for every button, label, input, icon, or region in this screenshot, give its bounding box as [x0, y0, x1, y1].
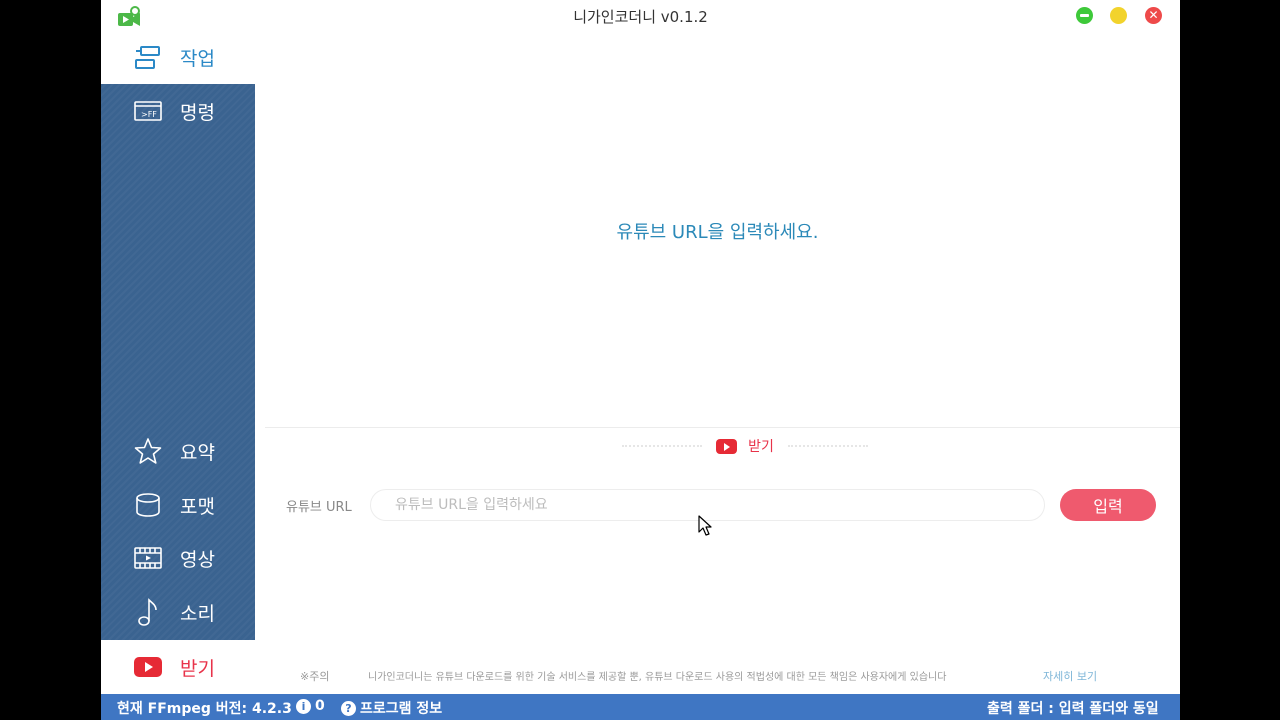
- divider: [265, 427, 1180, 428]
- sidebar-item-label: 포맷: [180, 495, 215, 518]
- sidebar-item-label: 받기: [180, 657, 215, 680]
- app-window: 니가인코더니 v0.1.2 ✕ 작업 >FF 명령 요약 포맷 영상 소리 받기…: [101, 0, 1180, 720]
- title-bar[interactable]: 니가인코더니 v0.1.2 ✕: [101, 0, 1180, 31]
- close-button[interactable]: ✕: [1145, 7, 1162, 24]
- svg-text:>FF: >FF: [141, 110, 157, 119]
- sidebar-item-label: 요약: [180, 441, 215, 464]
- program-info-label: 프로그램 정보: [360, 701, 443, 717]
- url-hint-text: 유튜브 URL을 입력하세요.: [616, 222, 819, 243]
- minus-icon: [1080, 14, 1089, 17]
- notice-label: ※주의: [300, 670, 330, 683]
- info-count[interactable]: i 0: [296, 698, 325, 714]
- download-section-title: 받기: [585, 433, 905, 459]
- info-icon: i: [296, 698, 311, 714]
- window-title: 니가인코더니 v0.1.2: [573, 8, 708, 26]
- status-bar: 현재 FFmpeg 버전: 4.2.3 i 0 ? 프로그램 정보 출력 폴더 …: [101, 694, 1180, 720]
- help-icon: ?: [341, 700, 356, 716]
- ffmpeg-version: 현재 FFmpeg 버전: 4.2.3: [117, 701, 292, 717]
- notice-text: 니가인코더니는 유튜브 다운로드를 위한 기술 서비스를 제공할 뿐, 유튜브 …: [368, 672, 947, 683]
- sidebar-item-sound[interactable]: 소리: [101, 585, 255, 639]
- maximize-button[interactable]: [1110, 7, 1127, 24]
- sidebar-item-tasks[interactable]: 작업: [101, 31, 255, 84]
- sidebar-item-command[interactable]: >FF 명령: [101, 84, 255, 138]
- dotted-line: [787, 445, 868, 447]
- youtube-url-label: 유튜브 URL: [286, 500, 352, 515]
- main-panel: 유튜브 URL을 입력하세요. 받기 유튜브 URL 입력 ※주의 니가인코더니…: [255, 31, 1180, 694]
- sidebar-item-label: 영상: [180, 548, 215, 571]
- ffmpeg-command-icon: >FF: [133, 96, 163, 126]
- info-count-value: 0: [315, 698, 325, 714]
- music-note-icon: [133, 597, 163, 627]
- details-link[interactable]: 자세히 보기: [1043, 668, 1097, 684]
- output-folder[interactable]: 출력 폴더 : 입력 폴더와 동일: [987, 698, 1159, 718]
- tasks-icon: [133, 43, 163, 73]
- sidebar-item-label: 명령: [180, 101, 215, 124]
- dotted-line: [622, 445, 703, 447]
- cylinder-icon: [133, 490, 163, 520]
- mouse-cursor-icon: [698, 515, 712, 536]
- youtube-icon: [716, 438, 738, 454]
- sidebar-item-format[interactable]: 포맷: [101, 478, 255, 532]
- sidebar-item-video[interactable]: 영상: [101, 531, 255, 585]
- section-title-label: 받기: [748, 439, 774, 455]
- minimize-button[interactable]: [1076, 7, 1093, 24]
- sidebar-item-label: 작업: [180, 48, 215, 70]
- sidebar: 작업 >FF 명령 요약 포맷 영상 소리 받기: [101, 31, 255, 694]
- sidebar-item-label: 소리: [180, 602, 215, 625]
- star-icon: [133, 436, 163, 466]
- sidebar-item-summary[interactable]: 요약: [101, 424, 255, 478]
- program-info-button[interactable]: ? 프로그램 정보: [341, 698, 442, 718]
- enter-button[interactable]: 입력: [1060, 489, 1156, 521]
- sidebar-item-download[interactable]: 받기: [101, 640, 255, 694]
- youtube-icon: [133, 652, 163, 682]
- film-icon: [133, 543, 163, 573]
